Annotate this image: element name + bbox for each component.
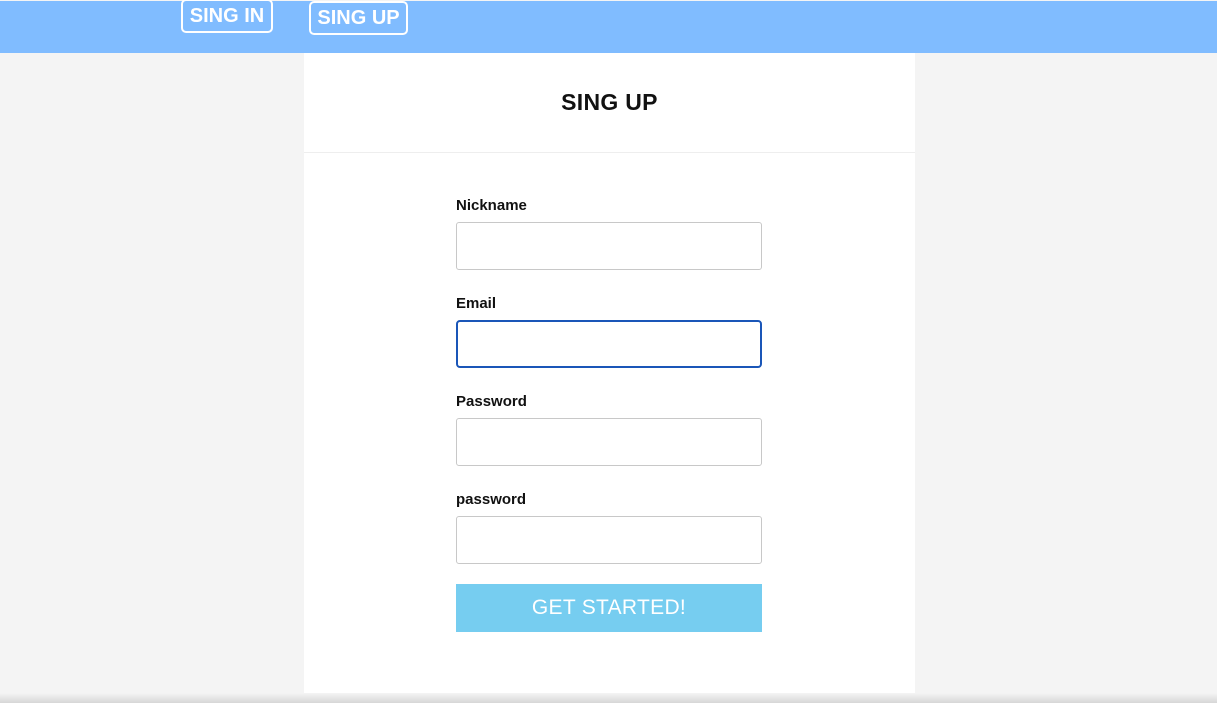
email-label: Email xyxy=(456,295,497,312)
nickname-field-group: Nickname xyxy=(456,198,762,270)
sign-in-button[interactable]: SING IN xyxy=(181,0,273,33)
window-bottom-edge xyxy=(0,693,1217,703)
panel-header: SING UP xyxy=(304,53,915,153)
password-field-group: Password xyxy=(456,394,762,466)
signup-form: Nickname Email Password password GET STA… xyxy=(456,198,762,632)
password-confirm-label: password xyxy=(456,491,527,508)
page-title: SING UP xyxy=(561,89,658,115)
nickname-label: Nickname xyxy=(456,197,527,214)
sign-up-button[interactable]: SING UP xyxy=(309,1,408,35)
nickname-input[interactable] xyxy=(456,222,762,270)
top-navbar: SING IN SING UP xyxy=(0,0,1217,53)
password-input[interactable] xyxy=(456,418,762,466)
signup-panel: SING UP Nickname Email Password password… xyxy=(304,53,915,703)
password-label: Password xyxy=(456,393,527,410)
email-input[interactable] xyxy=(456,320,762,368)
get-started-button[interactable]: GET STARTED! xyxy=(456,584,762,632)
password-confirm-field-group: password xyxy=(456,492,762,564)
email-field-group: Email xyxy=(456,296,762,368)
password-confirm-input[interactable] xyxy=(456,516,762,564)
